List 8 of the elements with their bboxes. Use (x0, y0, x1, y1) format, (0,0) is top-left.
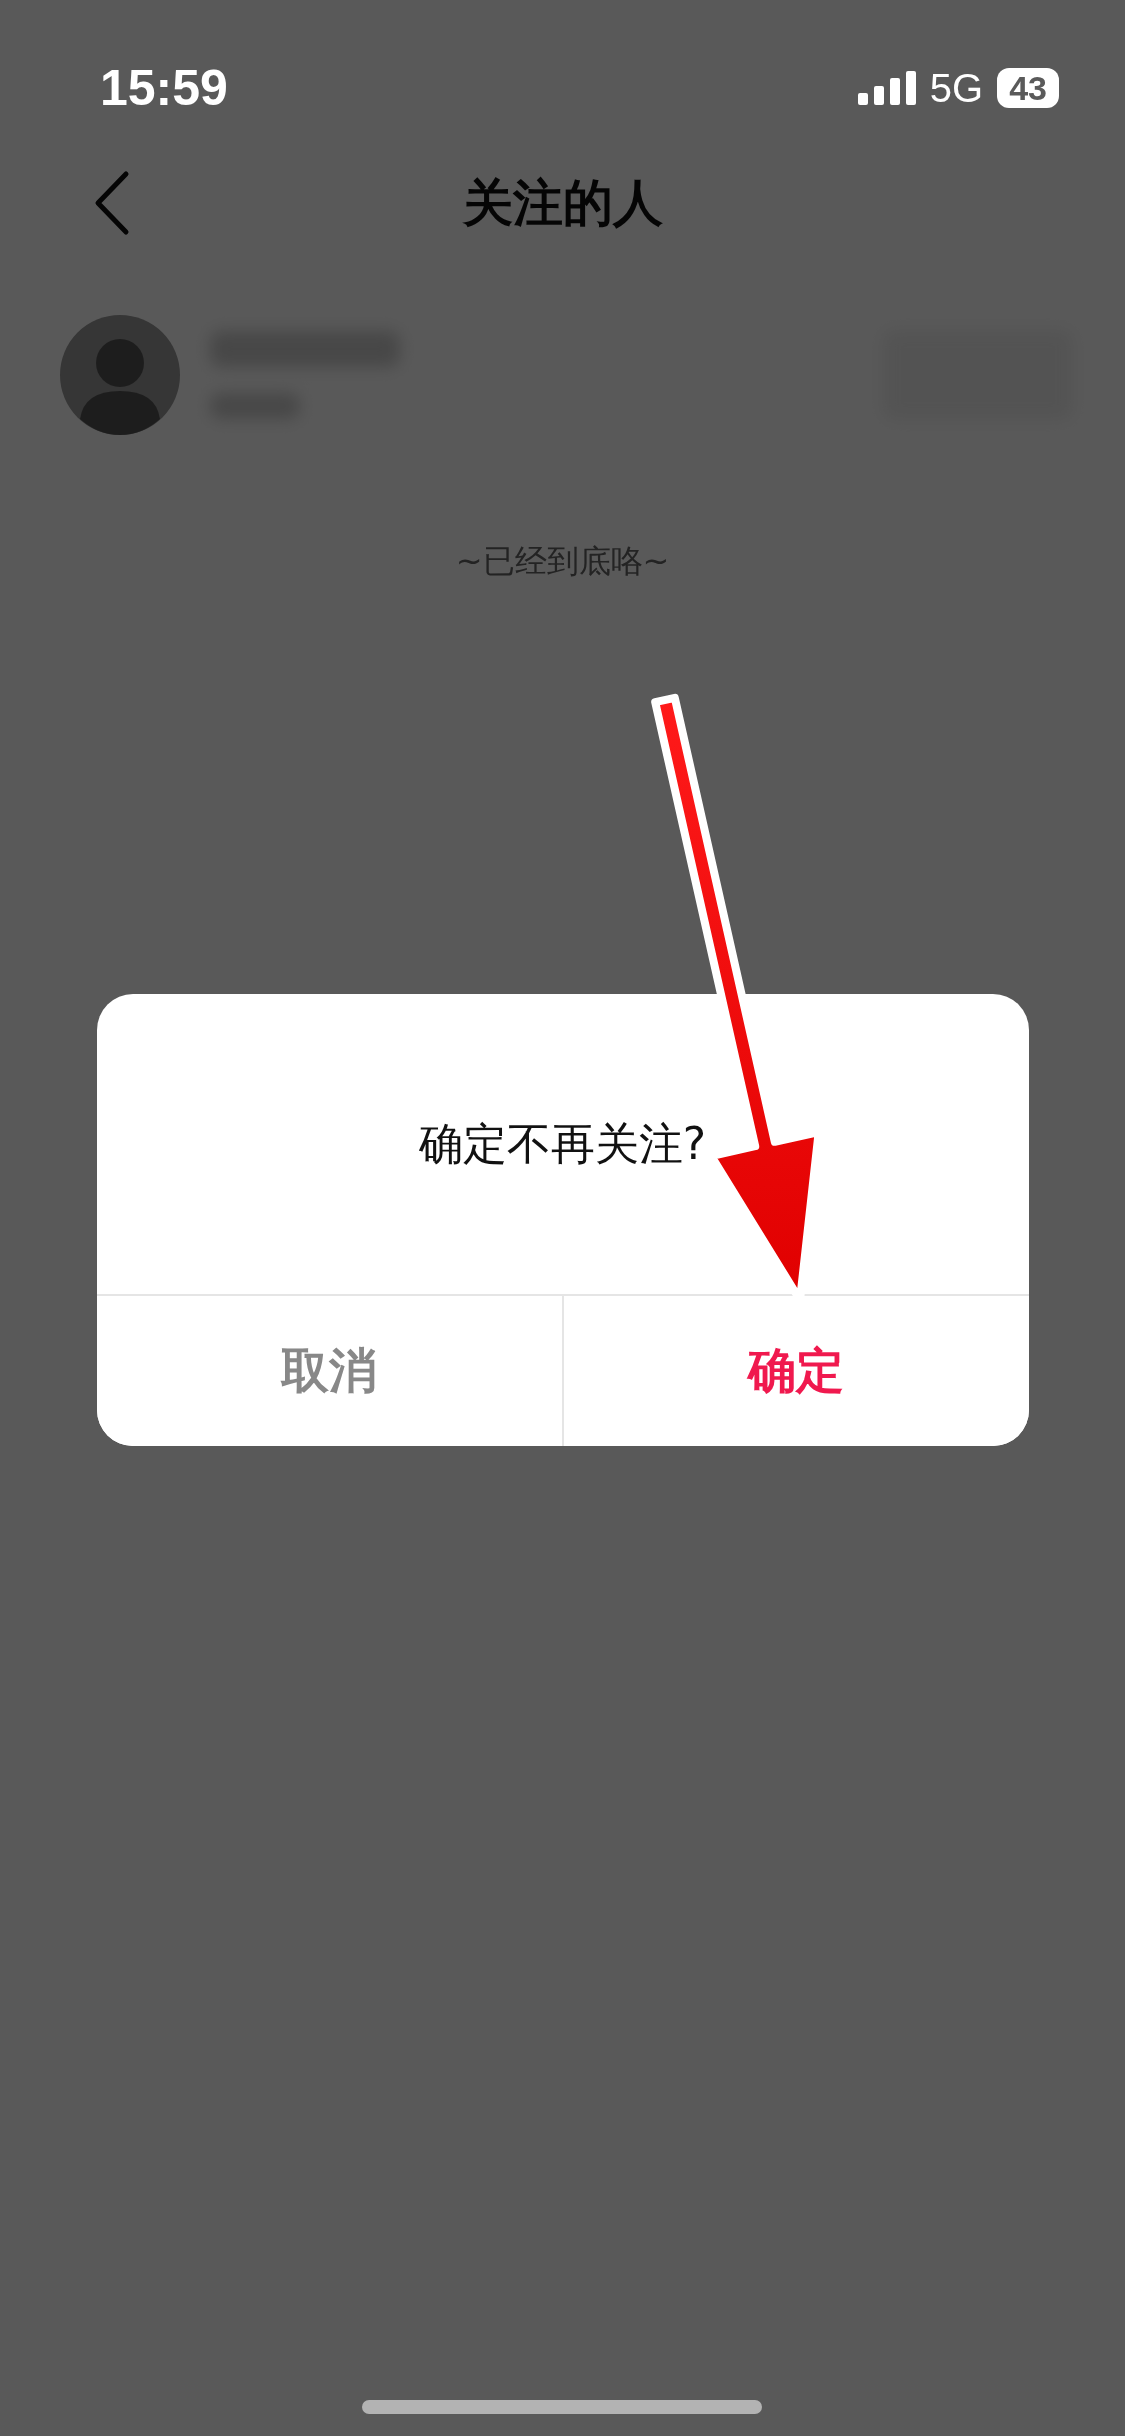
signal-icon (857, 71, 916, 105)
status-time: 15:59 (100, 59, 228, 117)
page-title: 关注的人 (462, 172, 663, 234)
battery-indicator: 43 (997, 68, 1059, 108)
avatar-icon (60, 315, 180, 435)
dialog-message: 确定不再关注? (417, 1116, 708, 1171)
network-label: 5G (929, 65, 984, 111)
confirm-button[interactable]: 确定 (561, 1296, 1029, 1446)
